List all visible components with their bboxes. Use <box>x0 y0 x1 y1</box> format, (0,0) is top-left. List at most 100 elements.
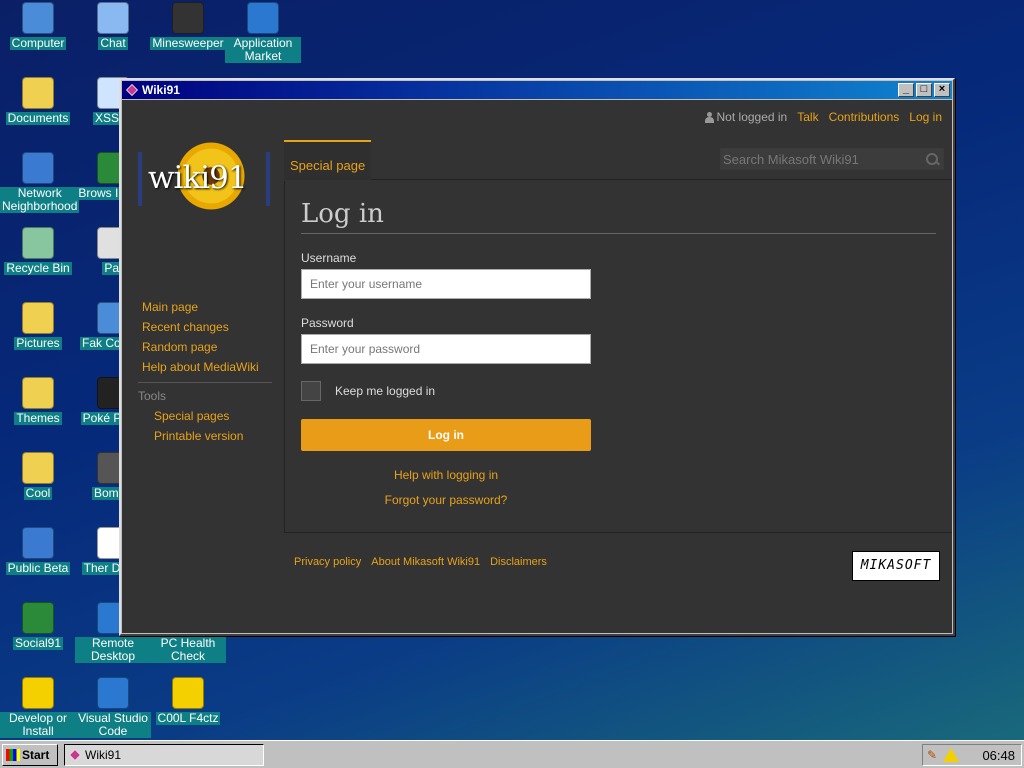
contributions-link[interactable]: Contributions <box>829 110 900 124</box>
browser-window: Wiki91 _ □ × Not logged in Talk Contribu… <box>119 78 955 636</box>
desktop-icon-label: PC Health Check <box>150 637 226 663</box>
desktop-icon-label: Themes <box>14 411 62 425</box>
desktop-icon-label: Documents <box>5 111 71 125</box>
login-status: Not logged in <box>704 110 788 124</box>
password-field[interactable]: Enter your password <box>301 334 591 364</box>
login-submit-button[interactable]: Log in <box>301 419 591 451</box>
desktop-icon-label: Recycle Bin <box>4 261 72 275</box>
wiki-logo[interactable]: wiki91 <box>138 130 270 222</box>
cool-facts-icon <box>172 677 204 709</box>
vscode-icon <box>97 677 129 709</box>
minimize-button[interactable]: _ <box>898 83 914 97</box>
desktop-icon[interactable]: Minesweeper <box>150 2 226 50</box>
tools-heading: Tools <box>138 389 167 403</box>
warning-icon[interactable] <box>943 748 959 762</box>
password-label: Password <box>301 316 354 330</box>
page-tabs: Special page Search Mikasoft Wiki91 <box>284 140 952 180</box>
tools-list: Special pages Printable version <box>142 409 272 443</box>
mikasoft-badge[interactable]: MIKASOFT <box>852 551 940 581</box>
tab-special-page[interactable]: Special page <box>284 140 372 180</box>
username-label: Username <box>301 251 357 265</box>
taskbar-item-label: Wiki91 <box>85 748 122 762</box>
desktop-icon[interactable]: C00L F4ctz <box>150 677 226 725</box>
keep-logged-in-checkbox[interactable] <box>301 381 321 401</box>
desktop-icon-label: C00L F4ctz <box>155 711 221 725</box>
public-beta-icon <box>22 527 54 559</box>
search-icon[interactable] <box>921 149 943 169</box>
logo-text: wiki91 <box>148 160 248 196</box>
start-label: Start <box>22 748 50 762</box>
desktop-icon[interactable]: Network Neighborhood <box>0 152 80 213</box>
talk-link[interactable]: Talk <box>797 110 818 124</box>
pictures-folder-icon <box>22 302 54 334</box>
about-link[interactable]: About Mikasoft Wiki91 <box>371 556 480 568</box>
desktop-icon-label: Public Beta <box>5 561 71 575</box>
privacy-policy-link[interactable]: Privacy policy <box>294 556 361 568</box>
documents-folder-icon <box>22 77 54 109</box>
main-content: Log in Username Enter your username Pass… <box>284 181 952 533</box>
sidebar-item-printable[interactable]: Printable version <box>154 429 272 443</box>
title-divider <box>301 233 936 234</box>
desktop-icon-label: Network Neighborhood <box>0 186 80 213</box>
desktop-icon[interactable]: Documents <box>0 77 76 125</box>
login-link[interactable]: Log in <box>909 110 942 124</box>
sidebar-item-recent-changes[interactable]: Recent changes <box>142 320 272 334</box>
help-login-link[interactable]: Help with logging in <box>301 468 591 482</box>
clock[interactable]: 06:48 <box>982 748 1021 763</box>
footer-links: Privacy policy About Mikasoft Wiki91 Dis… <box>294 556 547 568</box>
wiki-app-icon <box>126 84 138 96</box>
not-logged-in-text: Not logged in <box>716 110 788 124</box>
page-title: Log in <box>301 199 384 229</box>
taskbar-item-wiki91[interactable]: Wiki91 <box>64 744 264 766</box>
desktop-icon-label: Minesweeper <box>150 36 226 50</box>
mine-icon <box>172 2 204 34</box>
desktop-icon[interactable]: Chat <box>75 2 151 50</box>
desktop-icon-label: Remote Desktop <box>75 637 151 663</box>
wrench-icon[interactable]: ✎ <box>927 749 939 761</box>
keep-logged-in-label[interactable]: Keep me logged in <box>335 384 435 398</box>
desktop-icon-label: Visual Studio Code <box>75 712 151 738</box>
desktop-icon[interactable]: Pictures <box>0 302 76 350</box>
close-button[interactable]: × <box>934 83 950 97</box>
desktop-icon-label: Social91 <box>12 636 64 650</box>
sidebar-item-main-page[interactable]: Main page <box>142 300 272 314</box>
windows-logo-icon <box>6 749 20 761</box>
user-icon <box>704 111 714 123</box>
sidebar-item-help[interactable]: Help about MediaWiki <box>142 360 272 374</box>
username-field[interactable]: Enter your username <box>301 269 591 299</box>
desktop-icon[interactable]: Visual Studio Code <box>75 677 151 738</box>
maximize-button[interactable]: □ <box>916 83 932 97</box>
desktop-icon-label: Application Market <box>225 37 301 63</box>
sidebar-item-special-pages[interactable]: Special pages <box>154 409 272 423</box>
desktop-icon[interactable]: Computer <box>0 2 76 50</box>
start-button[interactable]: Start <box>2 744 58 766</box>
desktop-icon-label: Chat <box>98 36 128 50</box>
chat-icon <box>97 2 129 34</box>
desktop-icon[interactable]: Social91 <box>0 602 76 650</box>
desktop-icon[interactable]: Public Beta <box>0 527 76 575</box>
forgot-password-link[interactable]: Forgot your password? <box>301 493 591 507</box>
desktop-icon[interactable]: Application Market <box>225 2 301 63</box>
social91-icon <box>22 602 54 634</box>
window-titlebar[interactable]: Wiki91 _ □ × <box>122 81 952 99</box>
desktop-icon[interactable]: Themes <box>0 377 76 425</box>
taskbar: Start Wiki91 ✎ 06:48 <box>0 740 1024 768</box>
window-title: Wiki91 <box>142 83 180 97</box>
desktop-icon[interactable]: Develop or Install <box>0 677 76 738</box>
desktop-icon-label: Cool <box>23 486 53 500</box>
sidebar-navigation: Main page Recent changes Random page Hel… <box>138 300 272 449</box>
themes-folder-icon <box>22 377 54 409</box>
desktop-icon[interactable]: Cool <box>0 452 76 500</box>
sidebar-item-random-page[interactable]: Random page <box>142 340 272 354</box>
computer-icon <box>22 2 54 34</box>
disclaimers-link[interactable]: Disclaimers <box>490 556 547 568</box>
market-icon <box>247 2 279 34</box>
system-tray: ✎ 06:48 <box>922 744 1022 766</box>
desktop-icon[interactable]: Recycle Bin <box>0 227 76 275</box>
recycle-bin-icon <box>22 227 54 259</box>
desktop-icon-label: Develop or Install <box>0 712 76 738</box>
desktop-icon-label: Computer <box>9 36 67 50</box>
search-input[interactable]: Search Mikasoft Wiki91 <box>721 149 921 169</box>
personal-tools: Not logged in Talk Contributions Log in <box>704 110 942 124</box>
search-box: Search Mikasoft Wiki91 <box>720 148 944 170</box>
